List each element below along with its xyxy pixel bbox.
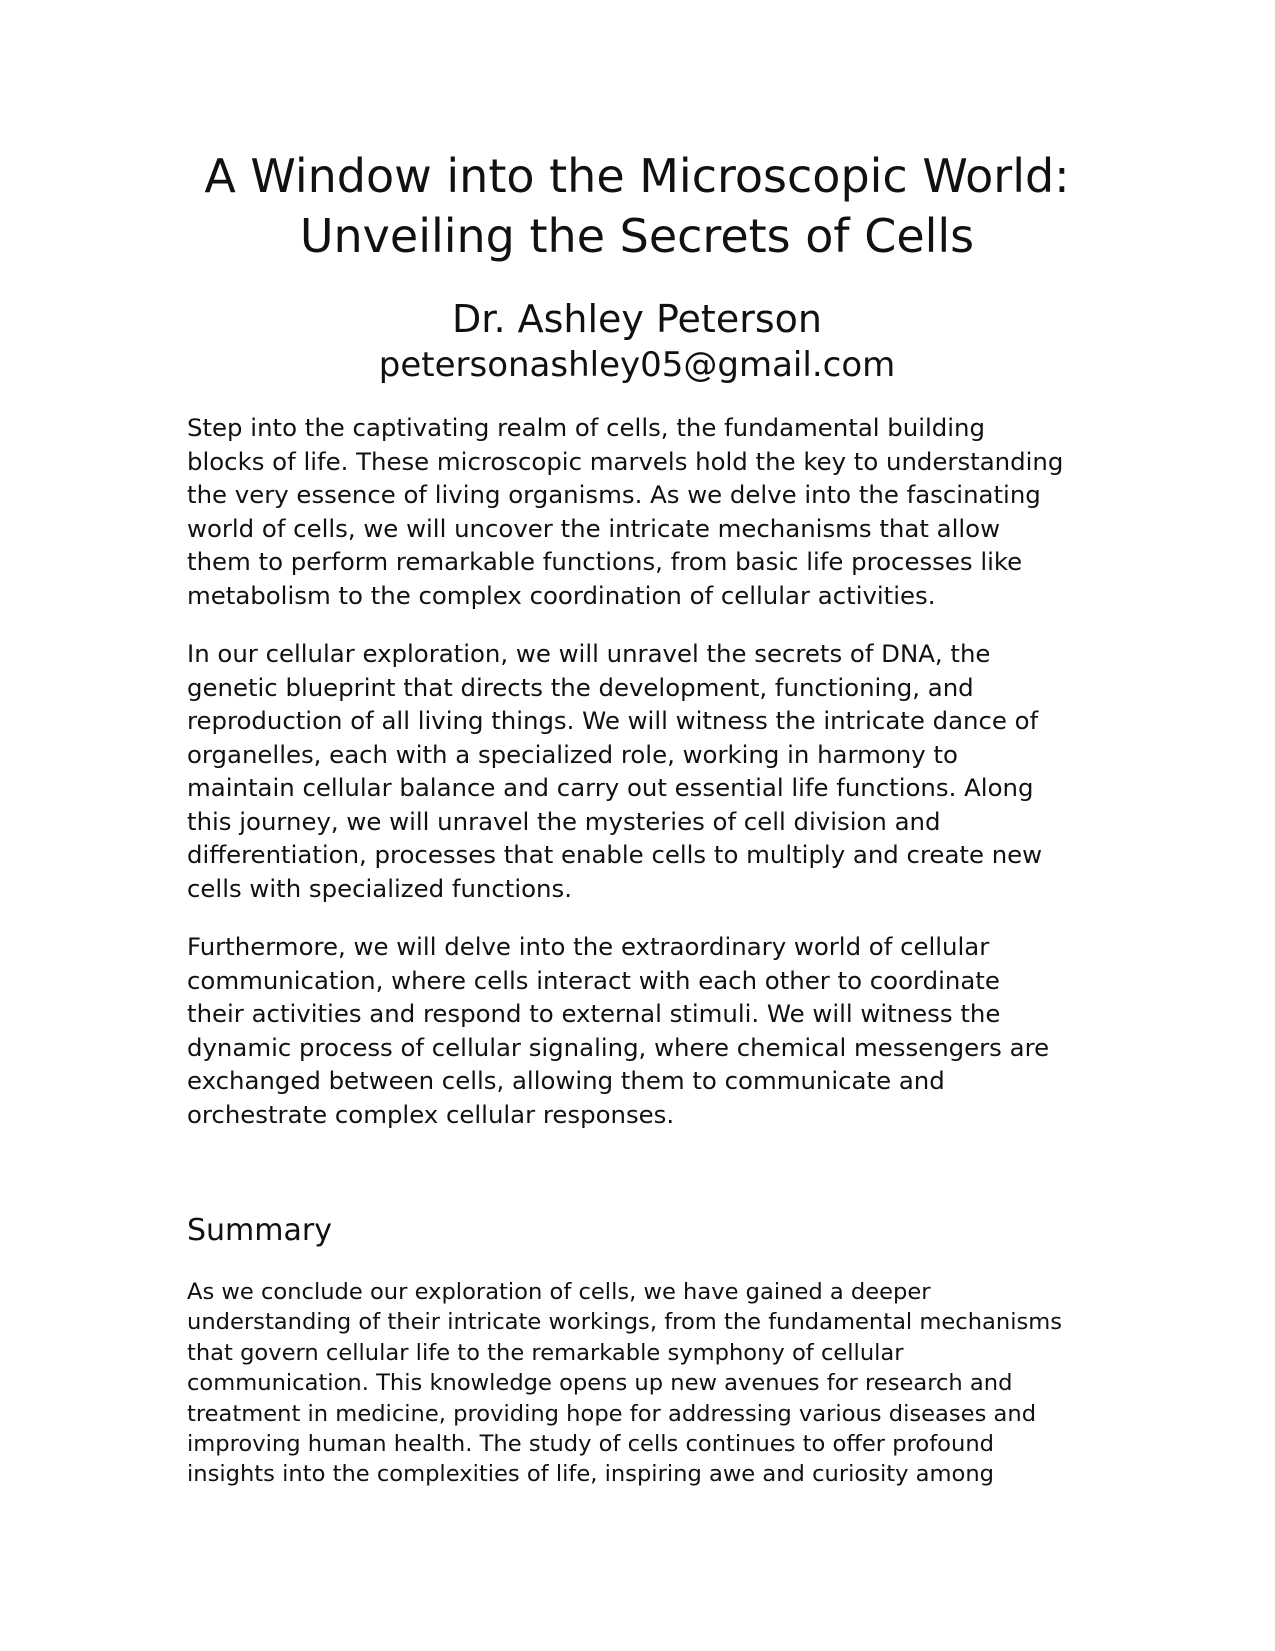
body-paragraph-1: Step into the captivating realm of cells… — [187, 413, 1064, 610]
document-page: A Window into the Microscopic World: Unv… — [0, 0, 1275, 1651]
document-title: A Window into the Microscopic World: Unv… — [137, 146, 1137, 266]
body-paragraph-2: In our cellular exploration, we will unr… — [187, 639, 1043, 903]
summary-heading: Summary — [187, 1213, 332, 1248]
author-email: petersonashley05@gmail.com — [378, 345, 896, 385]
author-name: Dr. Ashley Peterson — [452, 297, 822, 341]
summary-paragraph: As we conclude our exploration of cells,… — [187, 1279, 1063, 1488]
title-line-1: A Window into the Microscopic World: — [204, 149, 1070, 203]
title-line-2: Unveiling the Secrets of Cells — [299, 209, 975, 263]
body-paragraph-3: Furthermore, we will delve into the extr… — [187, 932, 1050, 1129]
